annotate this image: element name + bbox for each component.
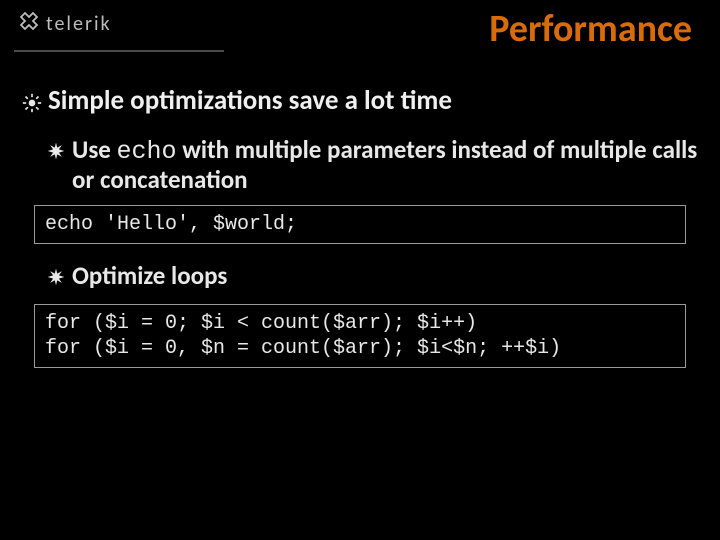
slide: telerik Performance [0, 0, 720, 540]
code-echo: echo 'Hello', $world; [45, 212, 675, 237]
inline-code: echo [117, 137, 177, 166]
bullet-level1: Simple optimizations save a lot time [22, 86, 698, 120]
code-box-echo: echo 'Hello', $world; [34, 205, 686, 244]
bullet-level2-echo-text: Use echo with multiple parameters instea… [72, 136, 698, 196]
bullet-level1-text: Simple optimizations save a lot time [48, 86, 452, 116]
sunburst-icon [22, 90, 42, 120]
text-pre: Use [72, 134, 117, 165]
starburst-icon [46, 265, 66, 294]
slide-title: Performance [489, 6, 692, 52]
bullet-level2-echo: Use echo with multiple parameters instea… [46, 136, 698, 196]
bullet-level2-loops-text: Optimize loops [72, 262, 227, 291]
code-loops: for ($i = 0; $i < count($arr); $i++) for… [45, 311, 675, 361]
code-box-loops: for ($i = 0; $i < count($arr); $i++) for… [34, 304, 686, 368]
telerik-logo-icon [18, 10, 40, 38]
starburst-icon [46, 139, 66, 168]
brand-text: telerik [46, 12, 112, 36]
header: telerik Performance [0, 0, 720, 62]
content: Simple optimizations save a lot time Use… [0, 62, 720, 368]
header-divider [14, 50, 224, 52]
bullet-level2-loops: Optimize loops [46, 262, 698, 294]
